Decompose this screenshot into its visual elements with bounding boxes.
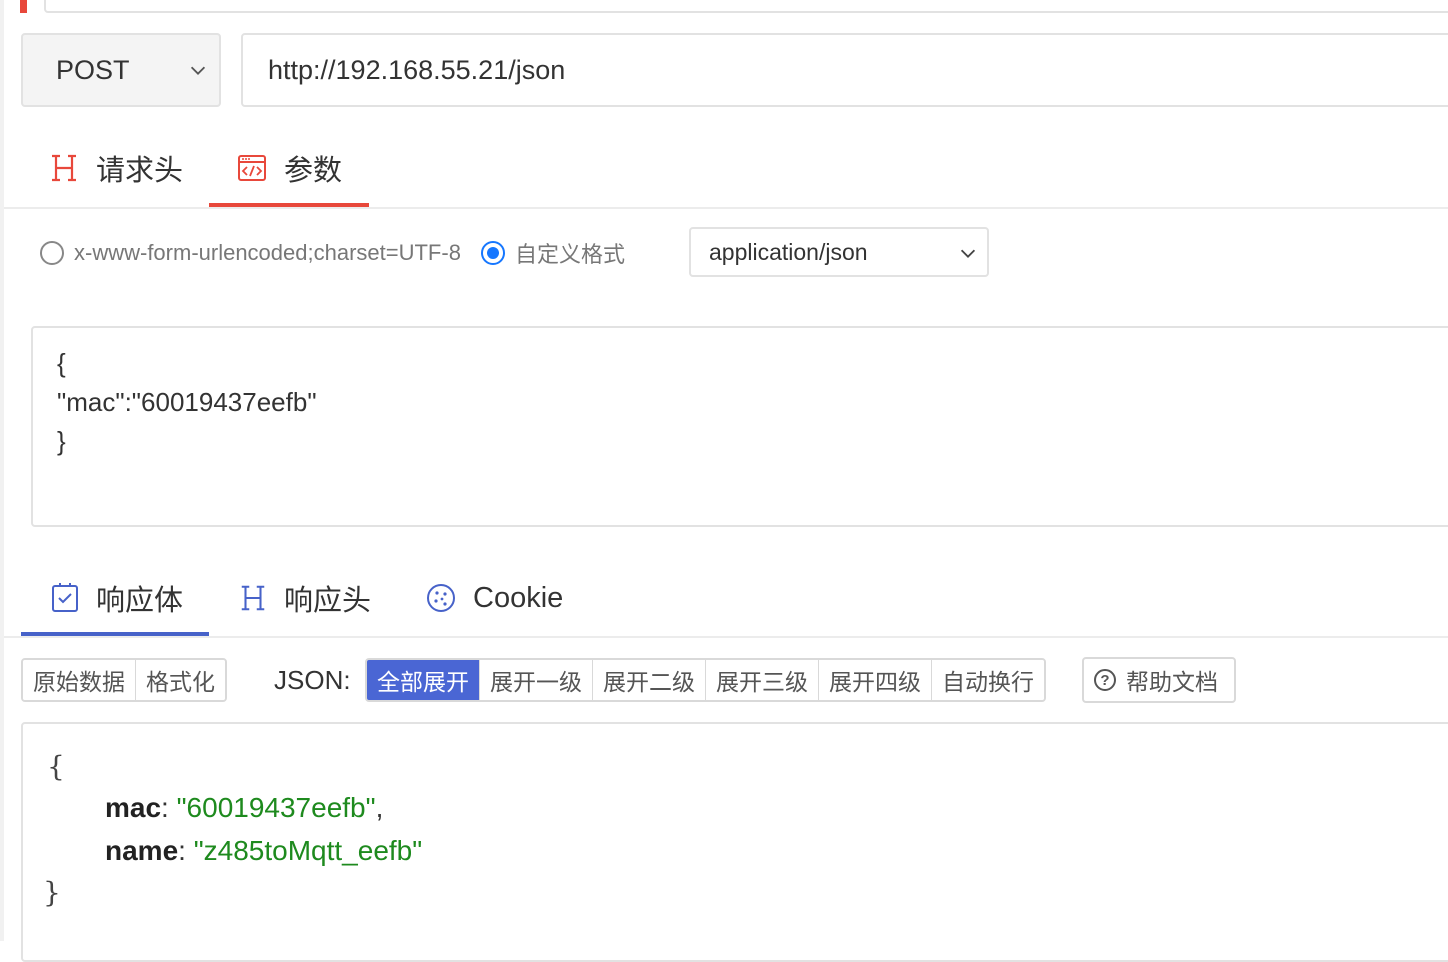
view-mode-group: 原始数据 格式化 (21, 658, 227, 702)
method-select[interactable]: POST (21, 33, 221, 107)
left-border (0, 0, 4, 941)
content-type-value: application/json (709, 238, 868, 265)
response-json-viewer[interactable]: { mac: "60019437eefb", name: "z485toMqtt… (21, 722, 1448, 962)
url-input[interactable] (241, 33, 1448, 107)
json-close-brace: } (43, 876, 61, 909)
method-value: POST (56, 54, 130, 85)
radio-urlencoded[interactable] (40, 241, 64, 265)
expand-level3-button[interactable]: 展开三级 (706, 660, 819, 700)
format-button[interactable]: 格式化 (136, 660, 225, 700)
tab-params[interactable]: 参数 (236, 140, 342, 196)
tab-response-headers-label: 响应头 (284, 585, 372, 617)
code-window-icon (238, 155, 266, 181)
radio-urlencoded-label[interactable]: x-www-form-urlencoded;charset=UTF-8 (74, 240, 461, 266)
cookie-icon (427, 584, 455, 612)
json-colon: : (178, 835, 194, 866)
json-label: JSON: (274, 664, 351, 695)
raw-data-button[interactable]: 原始数据 (23, 660, 136, 700)
tab-response-headers[interactable]: 响应头 (238, 570, 371, 626)
radio-custom-format[interactable] (480, 241, 505, 265)
help-docs-label: 帮助文档 (1126, 669, 1218, 695)
body-line: { (57, 348, 66, 378)
json-colon: : (161, 792, 177, 823)
top-accent-bar (20, 0, 27, 13)
response-tab-indicator (21, 632, 209, 636)
help-docs-button[interactable]: ? 帮助文档 (1082, 657, 1236, 703)
json-expand-group: 全部展开 展开一级 展开二级 展开三级 展开四级 自动换行 (365, 658, 1046, 702)
tab-params-label: 参数 (284, 155, 343, 187)
radio-custom-format-label[interactable]: 自定义格式 (515, 237, 625, 269)
top-panel-fragment (44, 0, 1448, 13)
question-circle-icon: ? (1094, 669, 1116, 691)
json-comma: , (375, 792, 384, 823)
word-wrap-button[interactable]: 自动换行 (932, 660, 1044, 700)
expand-level4-button[interactable]: 展开四级 (819, 660, 932, 700)
body-format-radio-group: x-www-form-urlencoded;charset=UTF-8 自定义格… (40, 228, 645, 278)
expand-level2-button[interactable]: 展开二级 (593, 660, 706, 700)
header-h-icon (52, 154, 76, 182)
json-key: mac (105, 792, 162, 823)
request-body-editor[interactable]: { "mac":"60019437eefb"} (31, 326, 1448, 527)
json-entry: mac: "60019437eefb", (105, 792, 383, 824)
tab-request-headers-label: 请求头 (96, 155, 184, 187)
json-value: "z485toMqtt_eefb" (193, 835, 423, 866)
chevron-down-icon (190, 66, 206, 75)
tab-request-headers[interactable]: 请求头 (48, 140, 183, 196)
body-line: "mac":"60019437eefb" (57, 387, 317, 417)
checkbox-clipboard-icon (52, 583, 78, 612)
content-type-select[interactable]: application/json (689, 227, 989, 277)
json-open-brace: { (47, 750, 65, 783)
response-tabs-divider (4, 636, 1448, 638)
tab-cookie-label: Cookie (473, 581, 564, 614)
tab-response-body-label: 响应体 (96, 585, 184, 617)
json-key: name (105, 835, 179, 866)
json-entry: name: "z485toMqtt_eefb" (105, 835, 422, 867)
expand-level1-button[interactable]: 展开一级 (480, 660, 593, 700)
body-line: } (57, 426, 66, 456)
tab-response-body[interactable]: 响应体 (50, 570, 183, 626)
chevron-down-icon (960, 249, 976, 258)
json-value: "60019437eefb" (176, 792, 376, 823)
request-tabs-divider (4, 207, 1448, 209)
request-tab-indicator (209, 203, 369, 207)
expand-all-button[interactable]: 全部展开 (367, 660, 480, 700)
tab-cookie[interactable]: Cookie (425, 570, 563, 626)
header-h-icon (241, 585, 265, 611)
